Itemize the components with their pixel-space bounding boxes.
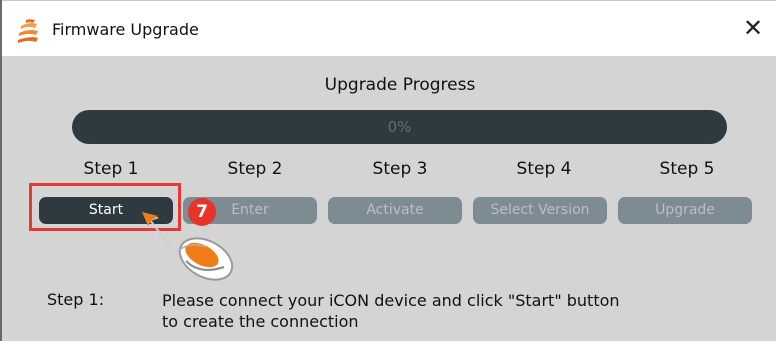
instruction-line-1: Please connect your iCON device and clic… bbox=[162, 291, 620, 310]
step-2-label: Step 2 bbox=[227, 159, 283, 179]
close-button[interactable]: ✕ bbox=[738, 13, 768, 43]
activate-button[interactable]: Activate bbox=[328, 197, 462, 224]
step-1-label: Step 1 bbox=[83, 159, 139, 179]
close-icon: ✕ bbox=[742, 14, 764, 42]
step-number-badge: 7 bbox=[188, 198, 216, 226]
app-logo-icon bbox=[18, 19, 38, 43]
instruction-step-label: Step 1: bbox=[47, 290, 105, 309]
progress-title: Upgrade Progress bbox=[324, 75, 476, 95]
title-bar: Firmware Upgrade ✕ bbox=[2, 0, 776, 56]
instruction-line-2: to create the connection bbox=[162, 312, 359, 331]
step-4-label: Step 4 bbox=[516, 159, 572, 179]
upgrade-progress-bar: 0% bbox=[72, 110, 727, 144]
window-title: Firmware Upgrade bbox=[52, 20, 199, 39]
progress-percent: 0% bbox=[387, 118, 412, 136]
upgrade-button[interactable]: Upgrade bbox=[618, 197, 752, 224]
firmware-upgrade-window: Firmware Upgrade ✕ Upgrade Progress 0% S… bbox=[0, 0, 776, 341]
step-3-label: Step 3 bbox=[372, 159, 428, 179]
instruction-text: Please connect your iCON device and clic… bbox=[162, 290, 722, 332]
upgrade-panel: Upgrade Progress 0% Step 1 Step 2 Step 3… bbox=[2, 56, 776, 341]
step-5-label: Step 5 bbox=[659, 159, 715, 179]
mouse-icon bbox=[177, 237, 234, 281]
select-version-button[interactable]: Select Version bbox=[473, 197, 607, 224]
